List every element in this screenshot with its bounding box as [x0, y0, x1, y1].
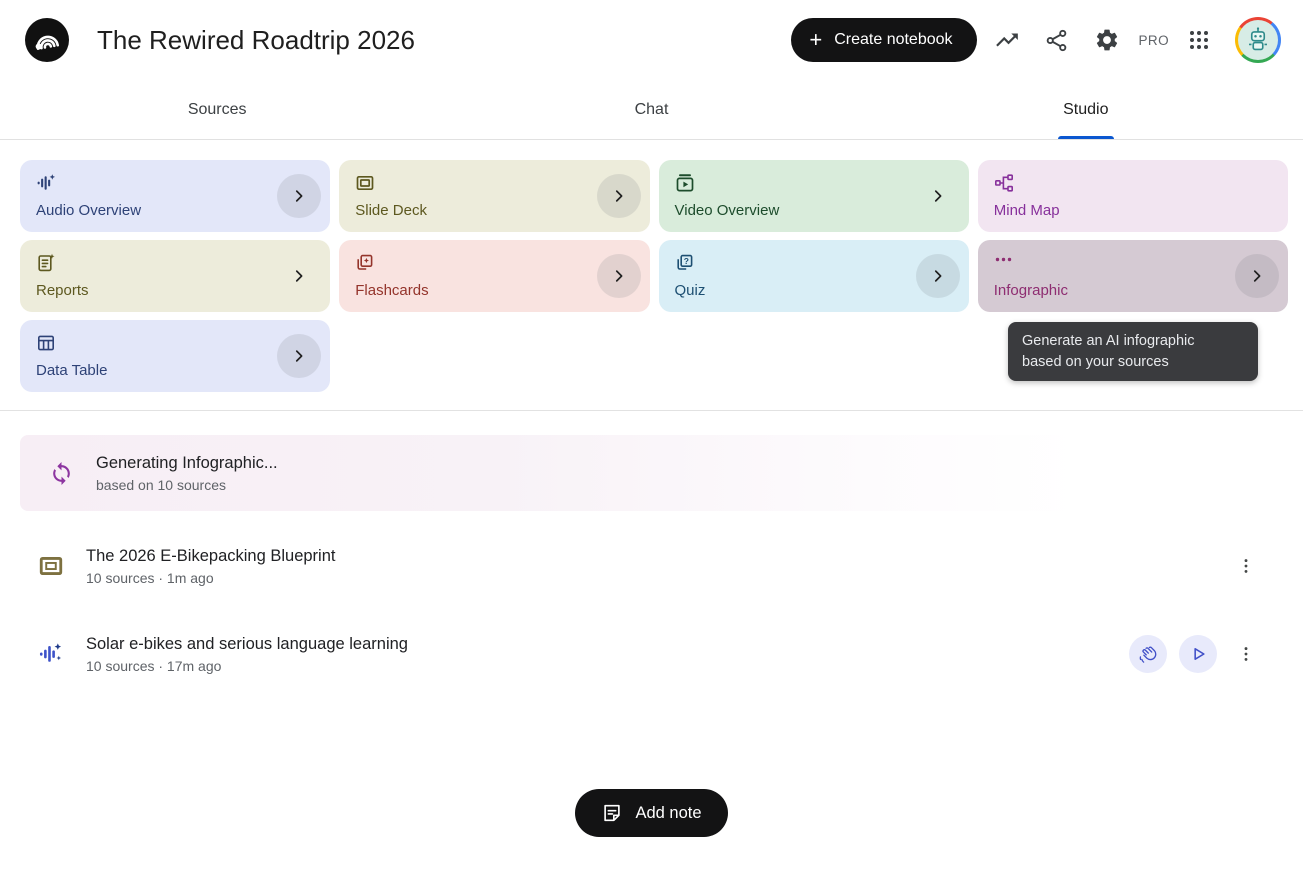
card-label: Slide Deck: [355, 202, 633, 219]
card-label: Data Table: [36, 362, 314, 379]
studio-card-data-table[interactable]: Data Table: [20, 320, 330, 392]
output-meta: 10 sources · 17m ago: [86, 658, 408, 674]
note-icon: [601, 802, 623, 824]
output-row-audio[interactable]: Solar e-bikes and serious language learn…: [0, 625, 1303, 683]
share-button[interactable]: [1037, 20, 1077, 60]
add-note-button[interactable]: Add note: [575, 789, 727, 837]
generating-title: Generating Infographic...: [96, 454, 278, 473]
audio-waveform-sparkle-icon: [36, 173, 314, 193]
card-label: Audio Overview: [36, 202, 314, 219]
chevron-right-icon[interactable]: [916, 254, 960, 298]
generating-infographic-row[interactable]: Generating Infographic... based on 10 so…: [20, 435, 1080, 511]
gear-icon: [1094, 27, 1120, 53]
chevron-right-icon[interactable]: [1235, 254, 1279, 298]
apps-grid-icon: [1187, 28, 1211, 52]
play-triangle-icon: [1188, 644, 1208, 664]
app-header: The Rewired Roadtrip 2026 + Create noteb…: [0, 0, 1303, 80]
slide-frame-icon: [355, 173, 633, 193]
trending-up-icon: [994, 27, 1020, 53]
slide-frame-icon: [38, 553, 64, 579]
tooltip-line-2: based on your sources: [1022, 352, 1244, 373]
node-graph-icon: [994, 173, 1272, 193]
kebab-menu-icon: [1236, 556, 1256, 576]
play-button[interactable]: [1179, 635, 1217, 673]
card-label: Infographic: [994, 282, 1272, 299]
kebab-menu-icon: [1236, 644, 1256, 664]
waving-hand-icon: [1138, 644, 1159, 665]
chevron-right-icon[interactable]: [923, 174, 953, 218]
settings-button[interactable]: [1087, 20, 1127, 60]
studio-card-mind-map[interactable]: Mind Map: [978, 160, 1288, 232]
chevron-right-icon[interactable]: [277, 334, 321, 378]
generating-subtitle: based on 10 sources: [96, 477, 278, 493]
account-avatar[interactable]: [1235, 17, 1281, 63]
card-label: Mind Map: [994, 202, 1272, 219]
add-note-container: Add note: [0, 789, 1303, 837]
cards-question-icon: ?: [675, 253, 953, 273]
card-label: Quiz: [675, 282, 953, 299]
google-apps-button[interactable]: [1179, 20, 1219, 60]
section-divider: [0, 410, 1303, 411]
share-icon: [1044, 28, 1069, 53]
card-label: Video Overview: [675, 202, 953, 219]
audio-waveform-sparkle-icon: [38, 641, 64, 667]
chevron-right-icon[interactable]: [597, 254, 641, 298]
card-label: Flashcards: [355, 282, 633, 299]
infographic-tooltip: Generate an AI infographic based on your…: [1008, 322, 1258, 381]
video-play-icon: [675, 173, 953, 193]
create-notebook-label: Create notebook: [834, 31, 952, 49]
pro-badge: PRO: [1139, 33, 1169, 48]
notebook-title[interactable]: The Rewired Roadtrip 2026: [97, 25, 415, 56]
svg-text:?: ?: [683, 256, 688, 266]
document-sparkle-icon: [36, 253, 314, 273]
output-row-blueprint[interactable]: The 2026 E-Bikepacking Blueprint 10 sour…: [0, 537, 1303, 595]
more-options-button[interactable]: [1229, 637, 1263, 671]
more-options-button[interactable]: [1229, 549, 1263, 583]
robot-avatar-icon: [1243, 25, 1273, 55]
table-grid-icon: [36, 333, 314, 353]
studio-card-video-overview[interactable]: Video Overview: [659, 160, 969, 232]
header-actions: + Create notebook PRO: [791, 17, 1281, 63]
cards-star-icon: [355, 253, 633, 273]
plus-icon: +: [809, 29, 822, 51]
output-title: Solar e-bikes and serious language learn…: [86, 635, 408, 654]
tooltip-line-1: Generate an AI infographic: [1022, 331, 1244, 352]
chevron-right-icon[interactable]: [597, 174, 641, 218]
studio-card-slide-deck[interactable]: Slide Deck: [339, 160, 649, 232]
studio-card-infographic[interactable]: Infographic: [978, 240, 1288, 312]
create-notebook-button[interactable]: + Create notebook: [791, 18, 976, 62]
notebooklm-logo-icon[interactable]: [25, 18, 69, 62]
tab-chat[interactable]: Chat: [434, 80, 868, 139]
tab-studio[interactable]: Studio: [869, 80, 1303, 139]
studio-card-audio-overview[interactable]: Audio Overview: [20, 160, 330, 232]
studio-card-reports[interactable]: Reports: [20, 240, 330, 312]
sync-arrows-icon: [48, 461, 74, 486]
chevron-right-icon[interactable]: [284, 254, 314, 298]
output-title: The 2026 E-Bikepacking Blueprint: [86, 547, 335, 566]
main-tabs: Sources Chat Studio: [0, 80, 1303, 140]
studio-card-flashcards[interactable]: Flashcards: [339, 240, 649, 312]
output-meta: 10 sources · 1m ago: [86, 570, 335, 586]
studio-card-quiz[interactable]: ? Quiz: [659, 240, 969, 312]
add-note-label: Add note: [635, 804, 701, 823]
tab-sources[interactable]: Sources: [0, 80, 434, 139]
interactive-mode-button[interactable]: [1129, 635, 1167, 673]
chevron-right-icon[interactable]: [277, 174, 321, 218]
card-label: Reports: [36, 282, 314, 299]
analytics-button[interactable]: [987, 20, 1027, 60]
three-dots-icon: [994, 253, 1272, 273]
